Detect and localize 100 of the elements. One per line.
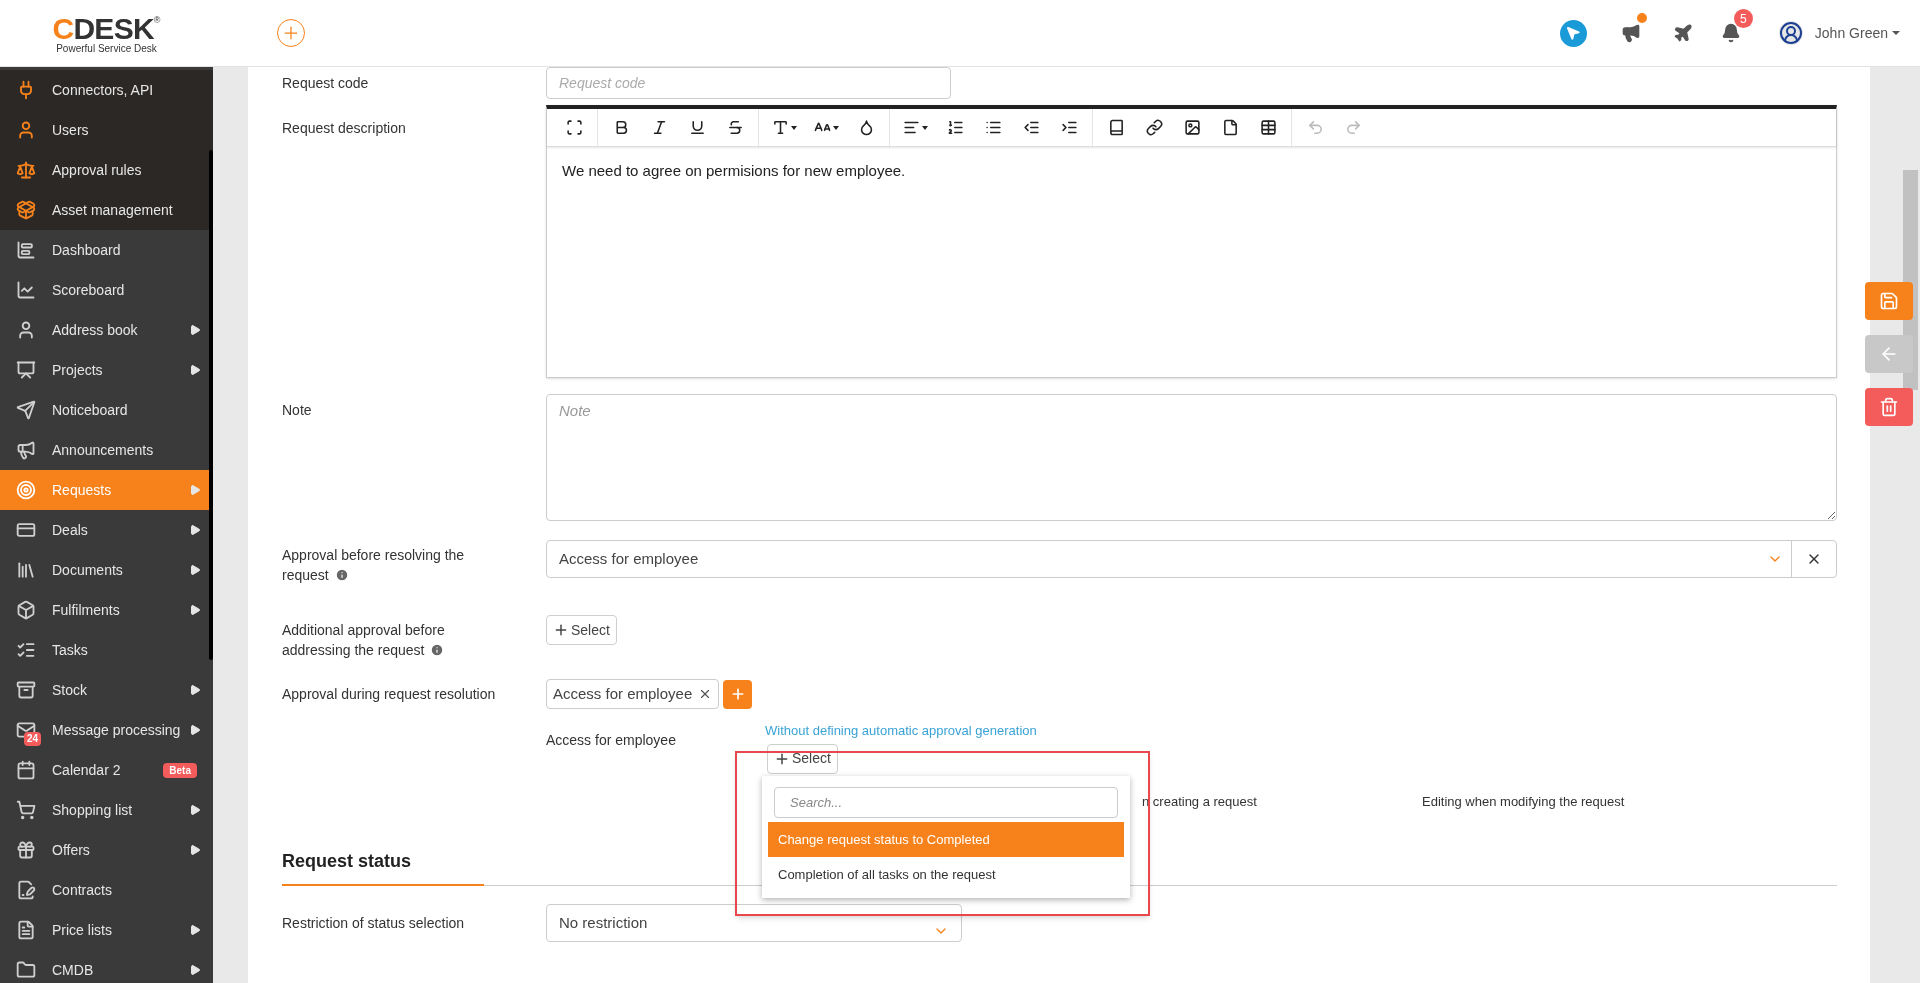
card-icon [16,520,36,540]
logo[interactable]: CDESK [52,15,154,43]
trash-icon [1879,397,1899,417]
expand-arrow-icon [189,604,201,616]
registered-mark: ® [153,15,161,25]
add-approval-button[interactable] [723,679,753,709]
sidebar-item-label: Price lists [52,920,113,940]
checklist-icon [16,640,36,660]
scales-icon [16,160,36,180]
gift-icon [16,840,36,860]
dropdown-option[interactable]: Completion of all tasks on the request [768,857,1124,892]
sidebar-item-label: Address book [52,320,139,340]
sidebar-item-label: Contracts [52,880,113,900]
sidebar-item-label: Stock [52,680,88,700]
sidebar-item-label: Connectors, API [52,80,155,100]
expand-arrow-icon [189,524,201,536]
field-label: Request description [282,120,406,136]
sidebar-item-label: Offers [52,840,91,860]
delete-button[interactable] [1865,388,1913,426]
file-icon [1221,119,1239,136]
save-icon [1879,291,1899,311]
image-icon [1183,119,1201,136]
cube-icon [16,600,36,620]
calendar-icon [16,760,36,780]
column-header: Editing when modifying the request [1422,792,1625,811]
sidebar-item-label: Fulfilments [52,600,121,620]
column-header: n creating a request [1142,792,1258,811]
user-menu[interactable]: John Green [1814,22,1900,44]
fullscreen-icon [565,119,583,136]
field-label: Request code [282,75,369,91]
approval-select[interactable]: Access for employee [546,540,1837,578]
sidebar-item-label: Message processing [52,720,182,740]
expand-arrow-icon [189,484,201,496]
save-button[interactable] [1865,282,1913,320]
sidebar-item-label: Approval rules [52,160,143,180]
sidebar-item-label: Documents [52,560,124,580]
field-label: Note [282,402,312,418]
expand-arrow-icon [189,964,201,976]
bullet-list-icon [984,119,1002,136]
megaphone-icon [1620,23,1641,43]
boxes-icon [16,200,36,220]
sidebar-item-label: Requests [52,480,113,500]
table-icon [1259,119,1277,136]
expand-arrow-icon [189,924,201,936]
sidebar-item[interactable]: Users [0,110,213,150]
contract-icon [16,880,36,900]
approval-name: Access for employee [546,731,677,750]
sidebar-item-label: CMDB [52,960,95,980]
expand-arrow-icon [189,804,201,816]
section-title: Request status [282,848,484,886]
underline-icon [688,119,706,136]
request-code-field[interactable]: Request code [546,67,951,99]
megaphone-icon [16,440,36,460]
expand-arrow-icon [189,364,201,376]
field-label: Restriction of status selection [282,915,465,931]
expand-arrow-icon [189,724,201,736]
numbered-list-icon [946,119,964,136]
books-icon [16,560,36,580]
sidebar-item-label: Projects [52,360,104,380]
archive-icon [16,680,36,700]
indent-icon [1060,119,1078,136]
font-icon [771,119,789,136]
document-icon [16,920,36,940]
paper-plane-icon [16,400,36,420]
sidebar-item-label: Noticeboard [52,400,129,420]
expand-arrow-icon [189,324,201,336]
logo-tagline: Powerful Service Desk [56,43,157,55]
approval-tag[interactable]: Access for employee [546,679,720,709]
undo-icon [1306,119,1324,136]
sidebar-item-label: Asset management [52,200,174,220]
sidebar-item-label: Scoreboard [52,280,126,300]
status-restriction-select[interactable]: No restriction [546,904,962,942]
pointer-button[interactable] [1559,19,1587,47]
rich-text-editor[interactable]: We need to agree on permisions for new employee. [546,105,1837,378]
sidebar-item-label: Calendar 2 [52,760,122,780]
pointer-icon [1565,25,1582,41]
note-field[interactable]: Note [546,394,1837,521]
bell-icon [1720,23,1741,43]
redo-icon [1344,119,1362,136]
sidebar-item[interactable]: Connectors, API [0,70,213,110]
user-icon [16,320,36,340]
dropdown-search-field[interactable]: Search... [774,787,1118,818]
select-button[interactable]: Select [546,615,617,645]
scrollbar[interactable] [209,150,213,660]
sidebar-item-label: Tasks [52,640,89,660]
notification-badge: 5 [1733,9,1753,28]
expand-arrow-icon [189,564,201,576]
sidebar-item-label: Shopping list [52,800,134,820]
sidebar-item-label: Announcements [52,440,155,460]
select-button[interactable]: Select [767,743,838,774]
avatar [1778,21,1803,45]
beta-tag: Beta [163,762,197,778]
cart-icon [16,800,36,820]
count-badge: 24 [24,732,42,746]
target-icon [16,480,36,500]
description-text: We need to agree on permisions for new employee. [561,161,907,181]
sidebar-item-label: Dashboard [52,240,122,260]
field-label: Additional approval before addressing the request [282,622,445,658]
align-icon [902,119,920,136]
strikethrough-icon [726,119,744,136]
